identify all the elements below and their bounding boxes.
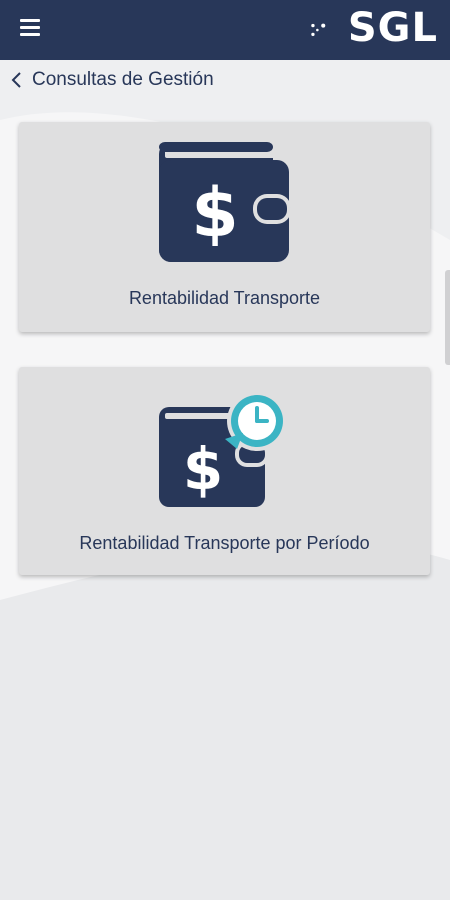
edge-panel-handle[interactable] <box>445 270 450 365</box>
card-label: Rentabilidad Transporte por Período <box>79 533 370 553</box>
svg-text:$: $ <box>191 174 238 253</box>
wallet-dollar-history-icon: $ <box>159 391 287 507</box>
app-header: SGL <box>0 0 450 60</box>
breadcrumb: Consultas de Gestión <box>0 60 450 100</box>
logo-text: SGL <box>347 5 438 51</box>
page-title: Consultas de Gestión <box>32 69 214 90</box>
chevron-left-icon[interactable] <box>10 71 24 89</box>
card-label: Rentabilidad Transporte <box>128 288 321 308</box>
card-rentabilidad-transporte[interactable]: $ Rentabilidad Transporte <box>19 122 430 332</box>
wallet-dollar-icon: $ <box>159 142 291 262</box>
card-rentabilidad-transporte-periodo[interactable]: $ Rentabilidad Transporte por Período <box>19 367 430 575</box>
hamburger-menu-icon[interactable] <box>20 19 42 39</box>
svg-text:$: $ <box>183 435 223 503</box>
